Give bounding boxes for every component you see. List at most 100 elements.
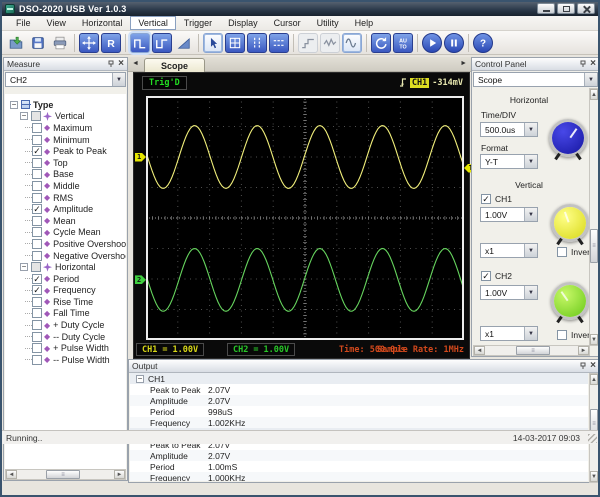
channel-marker-2[interactable]: 2 — [135, 275, 146, 284]
output-vscrollbar[interactable]: ▲ ≡ ▼ — [589, 373, 599, 483]
tree-item--duty-cycle[interactable]: ◆-- Duty Cycle — [10, 331, 126, 343]
measure-hscrollbar[interactable]: ◄ ≡ ► — [5, 469, 126, 480]
tab-scroll-right-icon[interactable]: ► — [460, 60, 467, 67]
measure-item-checkbox[interactable] — [32, 308, 42, 318]
pulse-high-icon[interactable] — [130, 33, 150, 53]
menu-item-utility[interactable]: Utility — [309, 16, 347, 30]
pin-icon[interactable] — [107, 60, 115, 68]
measure-item-checkbox[interactable] — [32, 169, 42, 179]
ch1-invert-checkbox[interactable] — [557, 247, 567, 257]
open-icon[interactable] — [6, 33, 26, 53]
tree-item-maximum[interactable]: ◆Maximum — [10, 122, 126, 134]
control-mode-select[interactable]: Scope ▼ — [473, 72, 598, 87]
tree-item--pulse-width[interactable]: ◆-- Pulse Width — [10, 354, 126, 366]
menu-item-vertical[interactable]: Vertical — [130, 16, 176, 30]
chevron-down-icon[interactable]: ▼ — [524, 286, 537, 299]
ch1-position-knob[interactable] — [551, 204, 589, 242]
format-select[interactable]: Y-T ▼ — [480, 154, 538, 169]
pointer-icon[interactable] — [203, 33, 223, 53]
noise-wave-icon[interactable] — [320, 33, 340, 53]
auto-icon[interactable]: AUTO — [393, 33, 413, 53]
menu-item-file[interactable]: File — [8, 16, 39, 30]
scroll-thumb[interactable]: ≡ — [516, 346, 550, 355]
tree-item-rms[interactable]: ◆RMS — [10, 192, 126, 204]
ch2-invert-checkbox[interactable] — [557, 330, 567, 340]
maximize-button[interactable] — [557, 3, 575, 14]
tree-item--duty-cycle[interactable]: ◆+ Duty Cycle — [10, 319, 126, 331]
scroll-left-icon[interactable]: ◄ — [474, 346, 485, 355]
measure-item-checkbox[interactable] — [32, 332, 42, 342]
tree-item-middle[interactable]: ◆Middle — [10, 180, 126, 192]
scroll-down-icon[interactable]: ▼ — [590, 334, 598, 345]
chevron-down-icon[interactable]: ▼ — [112, 73, 125, 86]
close-panel-icon[interactable]: × — [590, 60, 596, 68]
ch1-probe-select[interactable]: x1 ▼ — [480, 243, 538, 258]
measure-item-checkbox[interactable]: ✓ — [32, 146, 42, 156]
chevron-down-icon[interactable]: ▼ — [524, 327, 537, 340]
chevron-down-icon[interactable]: ▼ — [584, 73, 597, 86]
tree-group-horizontal[interactable]: −Horizontal — [10, 261, 126, 273]
play-icon[interactable] — [422, 33, 442, 53]
tree-group-checkbox[interactable] — [31, 111, 41, 121]
ch2-checkbox[interactable]: ✓ — [481, 271, 491, 281]
scroll-left-icon[interactable]: ◄ — [6, 470, 17, 479]
tab-scroll-left-icon[interactable]: ◄ — [132, 60, 139, 67]
tree-item-rise-time[interactable]: ◆Rise Time — [10, 296, 126, 308]
tree-item-top[interactable]: ◆Top — [10, 157, 126, 169]
measure-item-checkbox[interactable] — [32, 193, 42, 203]
measure-item-checkbox[interactable] — [32, 181, 42, 191]
tree-group-checkbox[interactable] — [31, 262, 41, 272]
tree-item-negative-overshoot[interactable]: ◆Negative Overshoot — [10, 250, 126, 262]
channel-marker-1[interactable]: 1 — [135, 153, 146, 162]
measure-item-checkbox[interactable] — [32, 320, 42, 330]
pause-icon[interactable] — [444, 33, 464, 53]
control-vscrollbar[interactable]: ▲ ≡ ▼ — [589, 88, 599, 346]
measure-channel-select[interactable]: CH2 ▼ — [5, 72, 126, 87]
scroll-up-icon[interactable]: ▲ — [590, 89, 598, 100]
menu-item-help[interactable]: Help — [347, 16, 382, 30]
measure-item-checkbox[interactable] — [32, 297, 42, 307]
time-div-select[interactable]: 500.0us ▼ — [480, 122, 538, 137]
tree-expander-icon[interactable]: − — [20, 263, 28, 271]
vertical-cursors-icon[interactable] — [247, 33, 267, 53]
tree-item-cycle-mean[interactable]: ◆Cycle Mean — [10, 227, 126, 239]
save-icon[interactable] — [28, 33, 48, 53]
menu-item-display[interactable]: Display — [220, 16, 266, 30]
measure-item-checkbox[interactable] — [32, 355, 42, 365]
scroll-down-icon[interactable]: ▼ — [590, 471, 598, 482]
sine-wave-icon[interactable] — [342, 33, 362, 53]
scroll-right-icon[interactable]: ► — [578, 346, 589, 355]
pin-icon[interactable] — [579, 362, 587, 370]
ch1-scale-select[interactable]: 1.00V ▼ — [480, 207, 538, 222]
horizontal-cursors-icon[interactable] — [269, 33, 289, 53]
chevron-down-icon[interactable]: ▼ — [524, 244, 537, 257]
measure-item-checkbox[interactable]: ✓ — [32, 285, 42, 295]
tree-item-amplitude[interactable]: ✓◆Amplitude — [10, 203, 126, 215]
time-div-knob[interactable] — [549, 119, 587, 157]
ramp-icon[interactable] — [174, 33, 194, 53]
pin-icon[interactable] — [579, 60, 587, 68]
control-hscrollbar[interactable]: ◄ ≡ ► — [473, 345, 590, 356]
ch1-checkbox[interactable]: ✓ — [481, 194, 491, 204]
scroll-right-icon[interactable]: ► — [114, 470, 125, 479]
tree-item-period[interactable]: ✓◆Period — [10, 273, 126, 285]
tree-item-fall-time[interactable]: ◆Fall Time — [10, 308, 126, 320]
tree-item--pulse-width[interactable]: ◆+ Pulse Width — [10, 342, 126, 354]
tree-item-base[interactable]: ◆Base — [10, 169, 126, 181]
tree-item-frequency[interactable]: ✓◆Frequency — [10, 285, 126, 297]
print-icon[interactable] — [50, 33, 70, 53]
tree-expander-icon[interactable]: − — [20, 112, 28, 120]
minimize-button[interactable] — [537, 3, 555, 14]
scroll-thumb[interactable]: ≡ — [46, 470, 80, 479]
tree-item-mean[interactable]: ◆Mean — [10, 215, 126, 227]
menu-item-cursor[interactable]: Cursor — [266, 16, 309, 30]
scroll-up-icon[interactable]: ▲ — [590, 374, 598, 385]
measure-item-checkbox[interactable] — [32, 239, 42, 249]
menu-item-view[interactable]: View — [39, 16, 74, 30]
chevron-down-icon[interactable]: ▼ — [524, 208, 537, 221]
measure-item-checkbox[interactable]: ✓ — [32, 274, 42, 284]
measure-item-checkbox[interactable] — [32, 123, 42, 133]
tree-root-type[interactable]: −Type — [10, 99, 126, 111]
resize-grip[interactable] — [588, 434, 597, 443]
tree-item-peak-to-peak[interactable]: ✓◆Peak to Peak — [10, 145, 126, 157]
